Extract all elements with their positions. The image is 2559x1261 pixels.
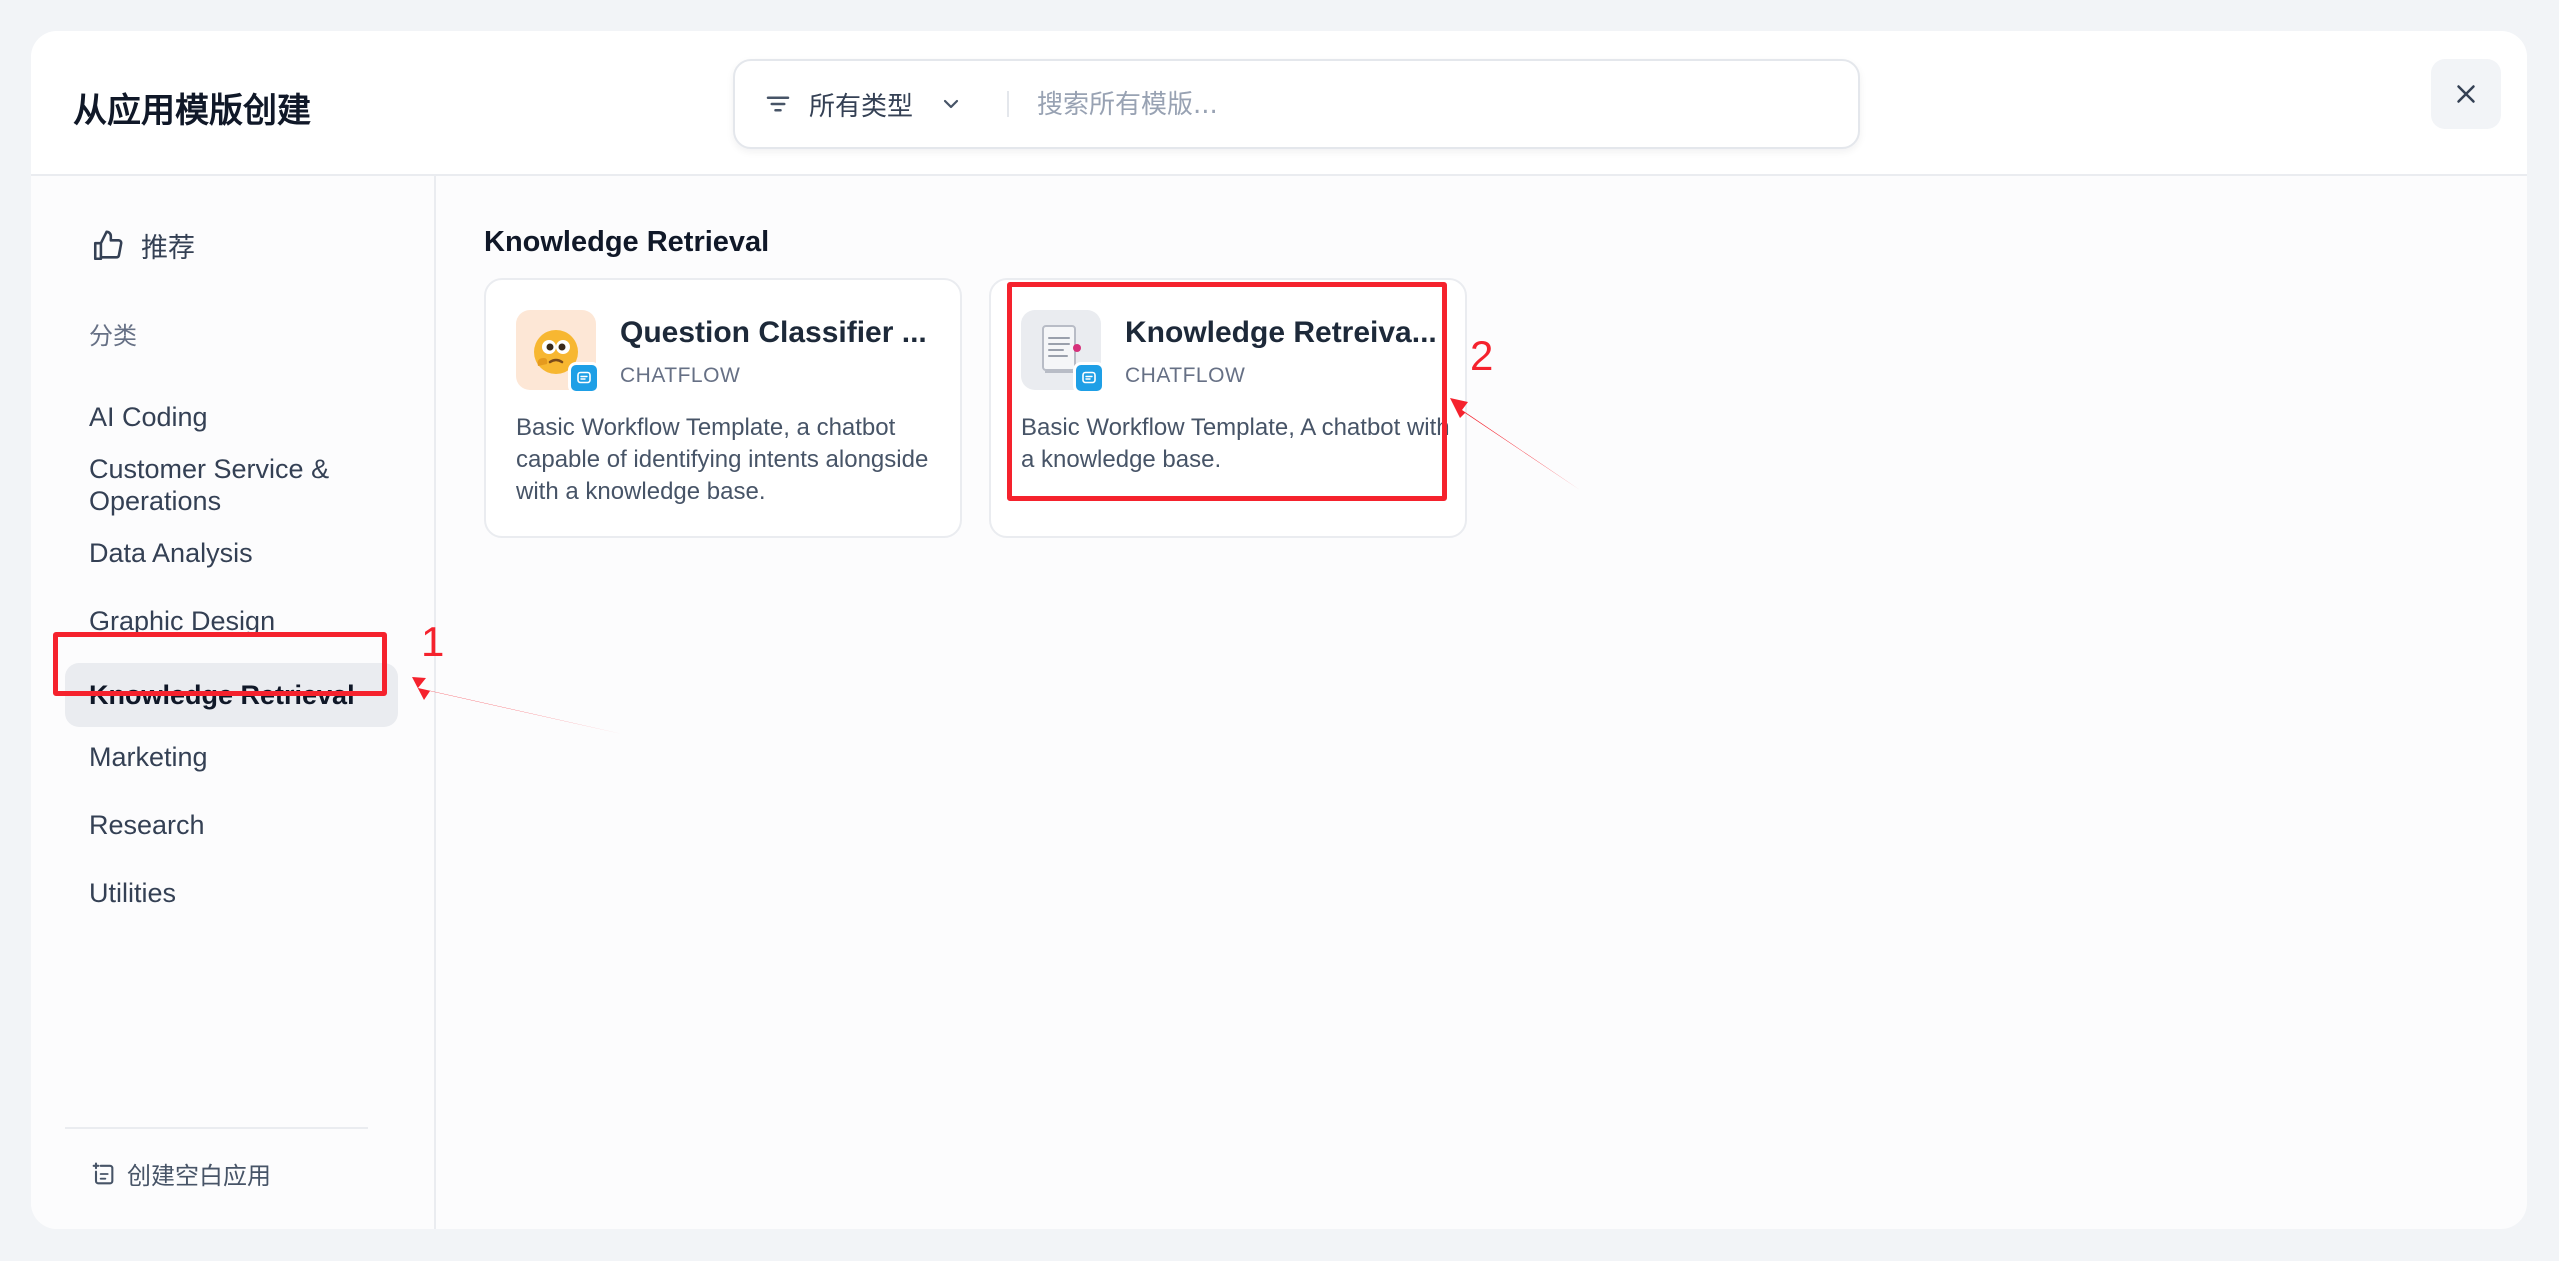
create-blank-app-label: 创建空白应用 (127, 1162, 271, 1190)
sidebar-item-utilities[interactable]: Utilities (65, 877, 398, 909)
search-input[interactable] (1035, 79, 1819, 131)
close-icon (2457, 85, 2475, 103)
type-filter-dropdown[interactable]: 所有类型 (763, 79, 963, 129)
annotation-number-2: 2 (1470, 332, 1494, 379)
sidebar-item-ai-coding[interactable]: AI Coding (65, 401, 398, 433)
close-button[interactable] (2431, 59, 2501, 129)
sidebar-item-recommended[interactable]: 推荐 (91, 226, 195, 265)
chatflow-badge-icon (568, 362, 600, 394)
annotation-number-1: 1 (421, 618, 445, 665)
sidebar-item-customer-service[interactable]: Customer Service & Operations (65, 453, 385, 517)
sidebar-divider (65, 1127, 368, 1129)
section-title: Knowledge Retrieval (484, 226, 770, 258)
sidebar-item-marketing[interactable]: Marketing (65, 741, 398, 773)
template-modal: 从应用模版创建 所有类型 推荐 (31, 31, 2527, 1229)
create-blank-app-button[interactable]: 创建空白应用 (89, 1156, 271, 1191)
chevron-down-icon (943, 99, 959, 109)
sidebar-recommended-label: 推荐 (141, 233, 195, 264)
card-description: Basic Workflow Template, a chatbot capab… (516, 414, 929, 505)
sidebar-item-research[interactable]: Research (65, 809, 398, 841)
search-bar: 所有类型 (733, 59, 1860, 149)
card-title: Question Classifier ... (620, 316, 927, 349)
annotation-box-1 (53, 632, 387, 696)
thumbs-up-icon (93, 230, 123, 260)
sidebar-item-data-analysis[interactable]: Data Analysis (65, 537, 398, 569)
filter-icon (766, 96, 790, 112)
search-divider (1007, 91, 1009, 117)
new-file-icon (92, 1161, 114, 1184)
template-card-question-classifier[interactable]: Question Classifier ... CHATFLOW Basic W… (484, 278, 962, 538)
sidebar-section-label: 分类 (89, 322, 137, 350)
modal-title: 从应用模版创建 (73, 91, 311, 131)
category-sidebar: 推荐 分类 AI Coding Customer Service & Opera… (31, 176, 436, 1229)
filter-label: 所有类型 (809, 90, 914, 121)
card-type: CHATFLOW (620, 364, 741, 387)
annotation-box-2 (1007, 282, 1447, 501)
modal-header: 从应用模版创建 所有类型 (31, 31, 2527, 176)
